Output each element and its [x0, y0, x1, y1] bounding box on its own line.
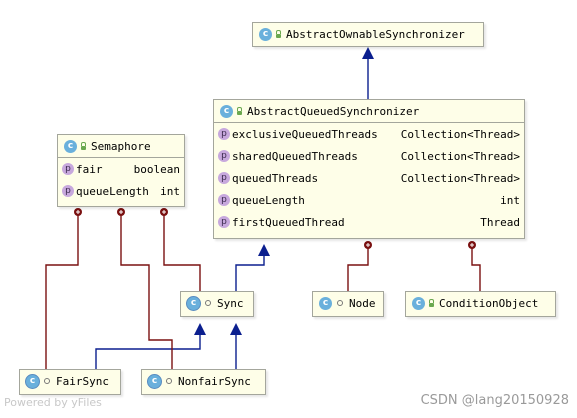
- field-type: Collection<Thread>: [400, 127, 520, 141]
- package-private-icon: [44, 378, 50, 384]
- field-row: p queuedThreads Collection<Thread>: [214, 167, 524, 189]
- lock-icon: [237, 107, 242, 115]
- edge-sem-fairsync: [45, 213, 79, 369]
- field-row: p firstQueuedThread Thread: [214, 211, 524, 233]
- field-name: sharedQueuedThreads: [232, 149, 358, 163]
- lock-icon: [276, 30, 281, 38]
- field-name: firstQueuedThread: [232, 215, 345, 229]
- property-icon: p: [218, 128, 230, 140]
- property-icon: p: [218, 216, 230, 228]
- class-name: Semaphore: [91, 139, 151, 153]
- field-row: p fair boolean: [58, 158, 184, 180]
- field-type: Collection<Thread>: [400, 171, 520, 185]
- class-name: AbstractOwnableSynchronizer: [286, 27, 465, 41]
- package-private-icon: [205, 300, 211, 306]
- arrowhead-sync-2: [230, 323, 242, 335]
- field-type: Thread: [480, 215, 520, 229]
- field-name: fair: [76, 162, 103, 176]
- class-node-fairsync[interactable]: c FairSync: [19, 369, 121, 395]
- field-row: p exclusiveQueuedThreads Collection<Thre…: [214, 123, 524, 145]
- class-name: Sync: [217, 296, 244, 310]
- class-icon: c: [187, 296, 200, 310]
- class-icon: c: [220, 104, 233, 118]
- arrowhead-aos: [362, 47, 374, 59]
- arrowhead-aqs: [258, 244, 270, 256]
- field-type: boolean: [133, 162, 180, 176]
- edge-fairsync-sync: [95, 334, 201, 369]
- class-node-aos[interactable]: c AbstractOwnableSynchronizer: [252, 22, 484, 47]
- field-name: queueLength: [232, 193, 305, 207]
- class-icon: c: [148, 374, 161, 388]
- lock-icon: [429, 299, 434, 307]
- arrowhead-sync-1: [194, 323, 206, 335]
- property-icon: p: [62, 163, 74, 175]
- class-icon: c: [26, 374, 39, 388]
- edge-sem-sync: [163, 213, 201, 291]
- edge-aqs-condition: [471, 245, 481, 291]
- field-row: p sharedQueuedThreads Collection<Thread>: [214, 145, 524, 167]
- class-node-aqs[interactable]: c AbstractQueuedSynchronizer p exclusive…: [213, 99, 525, 239]
- field-type: int: [160, 184, 180, 198]
- watermark-label: CSDN @lang20150928: [420, 393, 569, 408]
- property-icon: p: [218, 194, 230, 206]
- class-node-nonfairsync[interactable]: c NonfairSync: [141, 369, 266, 395]
- field-name: queuedThreads: [232, 171, 319, 185]
- class-name: FairSync: [56, 374, 109, 388]
- property-icon: p: [218, 150, 230, 162]
- field-row: p queueLength int: [214, 189, 524, 211]
- class-icon: c: [412, 296, 425, 310]
- class-name: Node: [349, 296, 376, 310]
- field-row: p queueLength int: [58, 180, 184, 202]
- class-node-semaphore[interactable]: c Semaphore p fair boolean p queueLength…: [57, 134, 185, 207]
- package-private-icon: [166, 378, 172, 384]
- field-type: int: [500, 193, 520, 207]
- field-type: Collection<Thread>: [400, 149, 520, 163]
- class-icon: c: [319, 296, 332, 310]
- field-name: exclusiveQueuedThreads: [232, 127, 378, 141]
- class-name: AbstractQueuedSynchronizer: [247, 104, 420, 118]
- class-node-sync[interactable]: c Sync: [180, 291, 254, 317]
- class-name: ConditionObject: [439, 296, 539, 310]
- property-icon: p: [62, 185, 74, 197]
- powered-by-label: Powered by yFiles: [4, 396, 102, 409]
- class-icon: c: [259, 27, 272, 41]
- class-node-node[interactable]: c Node: [312, 291, 384, 317]
- class-name: NonfairSync: [178, 374, 251, 388]
- package-private-icon: [337, 300, 343, 306]
- property-icon: p: [218, 172, 230, 184]
- class-node-condition-object[interactable]: c ConditionObject: [405, 291, 556, 317]
- lock-icon: [81, 142, 86, 150]
- class-icon: c: [64, 139, 77, 153]
- edge-aqs-node: [347, 245, 369, 291]
- field-name: queueLength: [76, 184, 149, 198]
- edge-sync-aqs: [235, 255, 265, 291]
